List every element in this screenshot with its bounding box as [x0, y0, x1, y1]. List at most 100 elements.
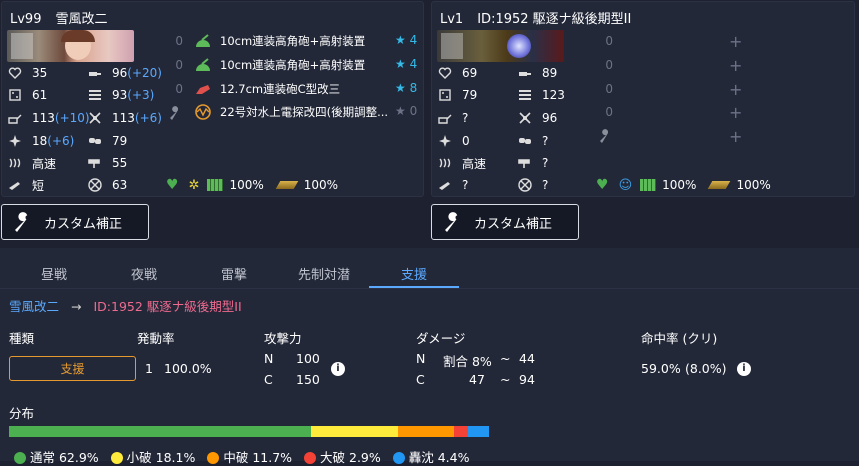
ship1-armor-row: 61	[8, 85, 47, 105]
hit-info-icon[interactable]: i	[737, 362, 751, 376]
ship1-aa-bonus: (+10)	[54, 111, 90, 125]
speed-icon	[8, 156, 22, 170]
ship1-card: Lv99 雪風改二 35 61 113 (+10) 18 (+6) 高速 短 96 (+…	[1, 1, 424, 197]
wrench-icon	[598, 128, 612, 144]
aa-gun-icon	[194, 33, 212, 49]
wrench-icon	[12, 211, 34, 233]
ship2-hp: 69	[462, 66, 478, 80]
ship1-los-row: 79	[88, 131, 127, 151]
fuel-icon	[207, 179, 224, 191]
los-icon	[518, 134, 532, 148]
ship2-slotstat-row: ?	[518, 175, 548, 195]
tab-night-battle[interactable]: 夜戦	[99, 264, 189, 283]
heart-icon	[438, 66, 452, 80]
ship1-name[interactable]: 雪風改二	[55, 12, 107, 27]
ship2-custom-correction-button[interactable]: カスタム補正	[431, 204, 579, 240]
damage-c-min: 47	[469, 372, 485, 387]
ship1-asw: 113	[112, 111, 135, 125]
support-type-label: 支援	[60, 362, 85, 376]
ship1-firepower: 96	[112, 66, 128, 80]
armor-icon	[8, 88, 22, 102]
aa-icon	[8, 111, 22, 125]
legend-normal: 通常 62.9%	[14, 450, 99, 465]
ship2-firepower: 89	[542, 66, 558, 80]
ship2-asw: 96	[542, 111, 558, 125]
tab-torpedo[interactable]: 雷撃	[189, 264, 279, 283]
distribution-bar	[9, 426, 489, 437]
ship1-range: 短	[32, 178, 45, 193]
legend-minor-label: 小破 18.1%	[126, 450, 196, 465]
legend-minor-dot	[110, 452, 123, 464]
header-rate: 発動率	[137, 331, 175, 346]
ship1-armor: 61	[32, 88, 48, 102]
ship2-luck: ?	[542, 156, 549, 170]
firepower-icon	[518, 66, 532, 80]
los-icon	[88, 134, 102, 148]
ship1-slot3[interactable]: 12.7cm連装砲C型改三	[194, 81, 340, 97]
ship2-header: Lv1 ID:1952 駆逐ナ級後期型II	[440, 8, 645, 27]
tab-opening-asw[interactable]: 先制対潜	[279, 264, 369, 283]
damage-n-label: N	[416, 351, 426, 366]
power-info-icon[interactable]: i	[331, 362, 345, 376]
ship2-aa: ?	[462, 111, 469, 125]
ship2-custom-correction-label: カスタム補正	[474, 216, 553, 232]
legend-heavy-label: 大破 2.9%	[320, 450, 381, 465]
ship2-luck-row: ?	[518, 153, 548, 173]
ship2-fuel: 100%	[662, 178, 697, 192]
firepower-icon	[88, 66, 102, 80]
legend-moderate-label: 中破 11.7%	[223, 450, 293, 465]
ship2-slot2-add-button[interactable]: +	[729, 58, 742, 74]
luck-icon	[88, 156, 102, 170]
ship2-slot5-wrench[interactable]	[598, 128, 620, 144]
ship1-slot1[interactable]: 10cm連装高角砲+高射装置	[194, 33, 365, 49]
tab-support[interactable]: 支援	[369, 264, 459, 283]
ship1-slot3-star: ★ 8	[395, 81, 418, 95]
ship1-evasion-row: 18 (+6)	[8, 131, 74, 151]
ship2-slot1-add-button[interactable]: +	[729, 34, 742, 50]
header-power: 攻撃力	[264, 331, 302, 346]
ship2-card: Lv1 ID:1952 駆逐ナ級後期型II 69 79 ? 0 高速 ? 89 1…	[431, 1, 855, 197]
support-type-button[interactable]: 支援	[9, 356, 136, 381]
aa-gun-icon	[194, 57, 212, 73]
legend-heavy: 大破 2.9%	[304, 450, 381, 465]
ship2-name[interactable]: ID:1952 駆逐ナ級後期型II	[477, 12, 631, 27]
ship1-slot4-wrench[interactable]	[168, 105, 190, 121]
wrench-icon	[442, 211, 464, 233]
attacker-name[interactable]: 雪風改二	[9, 299, 59, 314]
slot-stat-icon	[518, 178, 532, 192]
ship2-ammo: 100%	[736, 178, 771, 192]
ship2-torpedo: 123	[542, 88, 565, 102]
ship2-armor: 79	[462, 88, 478, 102]
arrow-icon: →	[71, 299, 82, 314]
hit-rate: 59.0%	[641, 361, 681, 376]
asw-icon	[88, 111, 102, 125]
ship1-hp: 35	[32, 66, 48, 80]
ship1-slot2[interactable]: 10cm連装高角砲+高射装置	[194, 57, 365, 73]
distribution-segment-sunk	[467, 426, 489, 437]
ship1-asw-row: 113 (+6)	[88, 108, 162, 128]
activation-rate: 100.0%	[164, 361, 212, 376]
ship2-slot5-add-button[interactable]: +	[729, 129, 742, 145]
ship2-slot4-add-button[interactable]: +	[729, 105, 742, 121]
ship1-torpedo-bonus: (+3)	[127, 88, 155, 102]
ship1-banner-image[interactable]	[7, 30, 134, 62]
ship1-firepower-row: 96 (+20)	[88, 63, 162, 83]
torpedo-icon	[518, 88, 532, 102]
ship2-banner-image[interactable]	[437, 30, 564, 62]
ship2-los-row: ?	[518, 131, 548, 151]
distribution-segment-normal	[9, 426, 311, 437]
legend-moderate-dot	[207, 452, 220, 464]
ship1-slot4[interactable]: 22号対水上電探改四(後期調整...	[194, 104, 388, 120]
ship2-slot3-count: 0	[605, 82, 613, 96]
ship2-slot3-add-button[interactable]: +	[729, 82, 742, 98]
damage-c-tilde: ~	[500, 372, 511, 387]
ship1-custom-correction-button[interactable]: カスタム補正	[1, 204, 149, 240]
wrench-icon	[168, 105, 182, 121]
ship1-slot1-star: ★ 4	[395, 33, 418, 47]
range-icon	[8, 178, 22, 192]
heart-status-icon: ♥	[166, 177, 179, 193]
ship1-speed: 高速	[32, 156, 57, 171]
defender-name[interactable]: ID:1952 駆逐ナ級後期型II	[93, 299, 241, 314]
tab-day-battle[interactable]: 昼戦	[9, 264, 99, 283]
speed-icon	[438, 156, 452, 170]
